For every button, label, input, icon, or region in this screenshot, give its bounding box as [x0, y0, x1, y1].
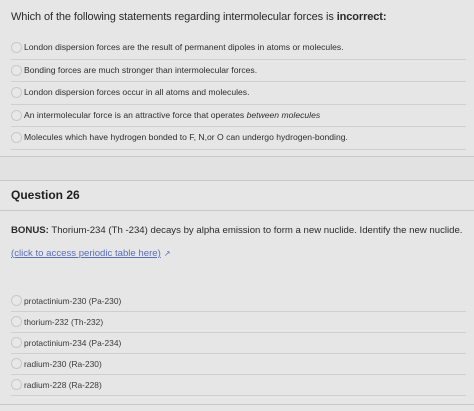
answer-option[interactable]: radium-228 (Ra-228): [11, 375, 466, 396]
quiz-page: Which of the following statements regard…: [0, 0, 474, 411]
answer-option-label[interactable]: thorium-232 (Th-232): [24, 317, 103, 327]
radio-button[interactable]: [11, 42, 22, 53]
radio-button[interactable]: [11, 358, 22, 369]
radio-button[interactable]: [11, 316, 22, 327]
question-25-prompt-emphasis: incorrect:: [336, 11, 387, 23]
radio-button[interactable]: [11, 87, 22, 98]
answer-option-label[interactable]: radium-228 (Ra-228): [24, 380, 102, 390]
bonus-text: Thorium-234 (Th -234) decays by alpha em…: [48, 225, 463, 236]
answer-option[interactable]: London dispersion forces are the result …: [11, 37, 466, 60]
answer-option-label-emphasis: between molecules: [246, 109, 321, 120]
answer-option-label[interactable]: protactinium-230 (Pa-230): [24, 296, 121, 306]
divider: [0, 404, 474, 405]
question-26-options: protactinium-230 (Pa-230) thorium-232 (T…: [0, 291, 474, 396]
answer-option[interactable]: Bonding forces are much stronger than in…: [11, 60, 466, 82]
answer-option[interactable]: An intermolecular force is an attractive…: [11, 105, 466, 127]
answer-option-label[interactable]: protactinium-234 (Pa-234): [24, 338, 121, 348]
question-25-prompt: Which of the following statements regard…: [11, 11, 387, 23]
answer-option[interactable]: radium-230 (Ra-230): [11, 354, 466, 375]
answer-option-label-text: An intermolecular force is an attractive…: [24, 109, 247, 120]
bonus-label: BONUS:: [11, 225, 49, 236]
question-25-prompt-text: Which of the following statements regard…: [11, 11, 337, 23]
answer-option-label[interactable]: London dispersion forces are the result …: [24, 42, 344, 52]
periodic-table-link[interactable]: (click to access periodic table here) ↗: [11, 248, 171, 259]
question-title: Question 26: [11, 188, 80, 202]
radio-button[interactable]: [11, 295, 22, 306]
question-divider: [0, 156, 474, 181]
answer-option[interactable]: thorium-232 (Th-232): [11, 312, 466, 333]
answer-option[interactable]: Molecules which have hydrogen bonded to …: [11, 127, 466, 150]
answer-option[interactable]: London dispersion forces occur in all at…: [11, 82, 466, 105]
answer-option[interactable]: protactinium-234 (Pa-234): [11, 333, 466, 354]
question-25-options: London dispersion forces are the result …: [0, 37, 474, 150]
external-link-icon[interactable]: ↗: [164, 249, 171, 258]
radio-button[interactable]: [11, 132, 22, 143]
answer-option-label[interactable]: Bonding forces are much stronger than in…: [24, 65, 257, 75]
question-26-header: Question 26: [0, 180, 474, 211]
periodic-table-link-text[interactable]: (click to access periodic table here): [11, 248, 161, 259]
answer-option-label[interactable]: Molecules which have hydrogen bonded to …: [24, 132, 348, 142]
radio-button[interactable]: [11, 379, 22, 390]
answer-option-label[interactable]: London dispersion forces occur in all at…: [24, 87, 249, 97]
radio-button[interactable]: [11, 109, 22, 121]
radio-button[interactable]: [11, 64, 22, 76]
answer-option-label[interactable]: An intermolecular force is an attractive…: [24, 110, 320, 120]
radio-button[interactable]: [11, 337, 22, 348]
answer-option[interactable]: protactinium-230 (Pa-230): [11, 291, 466, 312]
question-26-prompt: BONUS: Thorium-234 (Th -234) decays by a…: [11, 225, 462, 236]
answer-option-label[interactable]: radium-230 (Ra-230): [24, 359, 102, 369]
